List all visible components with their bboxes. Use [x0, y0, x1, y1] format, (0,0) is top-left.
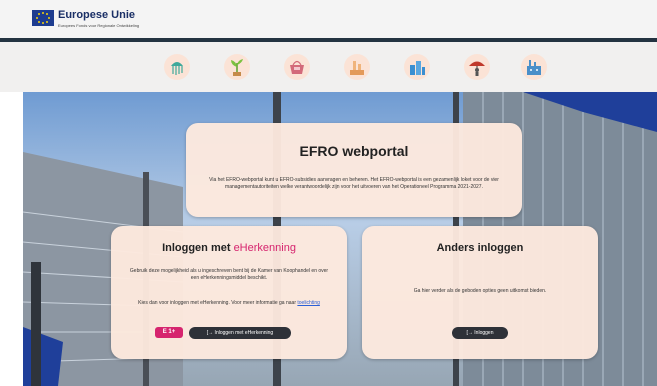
portal-title: EFRO webportal: [299, 143, 409, 159]
jellyfish-icon[interactable]: [164, 54, 190, 80]
brand-title: Europese Unie: [58, 9, 136, 21]
eherkenning-badge-text: E 1+: [162, 329, 176, 335]
plant-icon[interactable]: [224, 54, 250, 80]
other-login-card: Anders inloggen Ga hier verder als de ge…: [362, 226, 598, 359]
lab-icon[interactable]: [344, 54, 370, 80]
login-eherkenning-button[interactable]: [→ Inloggen met eHerkenning: [189, 327, 291, 339]
other-login-title: Anders inloggen: [436, 242, 524, 254]
hero-background: EFRO webportal Via het EFRO-webportal ku…: [23, 92, 657, 386]
eherkenning-card: Inloggen met eHerkenning Gebruik deze mo…: [111, 226, 347, 359]
eherkenning-badge-icon: E 1+: [155, 327, 183, 338]
eherkenning-brand-text: eHerkenning: [233, 242, 296, 254]
portal-description: Via het EFRO-webportal kunt u EFRO-subsi…: [209, 177, 499, 190]
eherkenning-info-text: Kies dan voor inloggen met eHerkenning. …: [121, 300, 337, 307]
eherkenning-title: Inloggen met eHerkenning: [111, 242, 347, 254]
other-login-text: Ga hier verder als de geboden opties gee…: [413, 288, 547, 294]
basket-icon[interactable]: [284, 54, 310, 80]
factory-icon[interactable]: [521, 54, 547, 80]
toelichting-link[interactable]: toelichting: [297, 300, 320, 306]
login-button[interactable]: [→ Inloggen: [452, 327, 508, 339]
eherkenning-info-prefix: Kies dan voor inloggen met eHerkenning. …: [138, 300, 298, 306]
portal-info-card: EFRO webportal Via het EFRO-webportal ku…: [186, 123, 522, 217]
eherkenning-text: Gebruik deze mogelijkheid als u ingeschr…: [129, 268, 329, 281]
category-icon-strip: [0, 42, 657, 92]
brand-subtitle: Europees Fonds voor Regionale Ontwikkeli…: [58, 23, 140, 28]
buildings-icon[interactable]: [404, 54, 430, 80]
site-header: Europese Unie Europees Fonds voor Region…: [0, 0, 657, 38]
person-umbrella-icon[interactable]: [464, 54, 490, 80]
eherkenning-title-prefix: Inloggen met: [162, 242, 234, 254]
eu-flag-icon: [32, 10, 54, 26]
